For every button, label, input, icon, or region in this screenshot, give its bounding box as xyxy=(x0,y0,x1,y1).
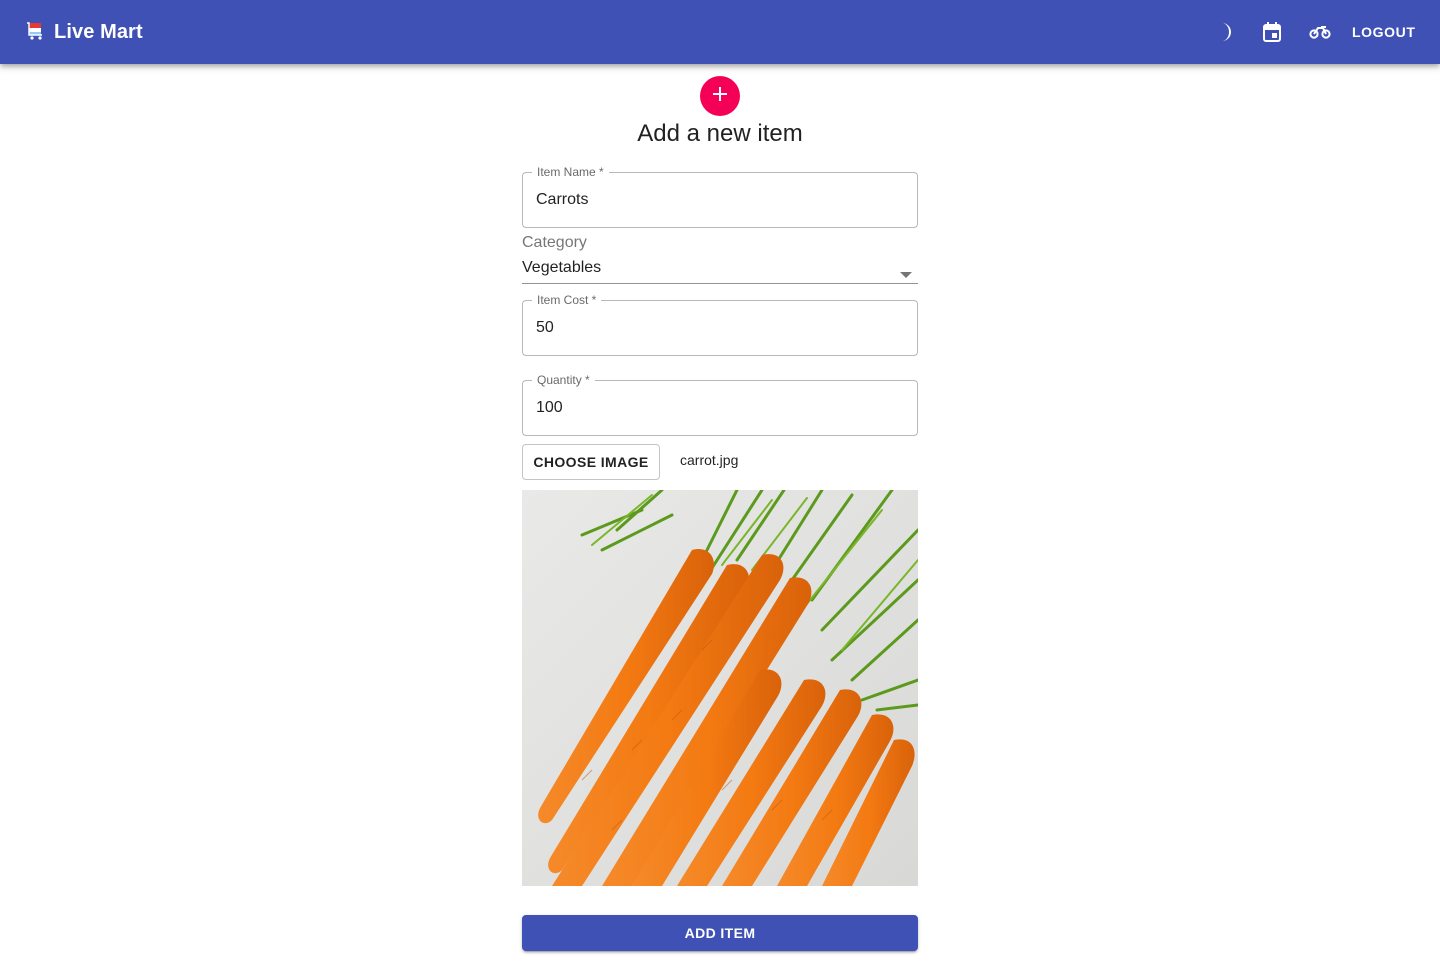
item-name-input[interactable]: Carrots xyxy=(536,190,588,210)
app-bar: Live Mart LOGOUT xyxy=(0,0,1440,64)
category-select[interactable]: Vegetables xyxy=(522,256,918,284)
category-label: Category xyxy=(522,234,587,251)
add-item-fab[interactable] xyxy=(700,76,740,116)
image-preview xyxy=(522,490,918,886)
shopping-cart-logo-icon xyxy=(26,21,46,43)
brand[interactable]: Live Mart xyxy=(26,18,143,46)
selected-filename: carrot.jpg xyxy=(680,452,739,468)
item-name-label: Item Name * xyxy=(532,166,609,178)
item-name-field[interactable]: Item Name * Carrots xyxy=(522,166,918,228)
app-title: Live Mart xyxy=(54,20,143,43)
delivery-bike-icon[interactable] xyxy=(1304,16,1336,48)
choose-image-button[interactable]: CHOOSE IMAGE xyxy=(522,444,660,480)
item-cost-label: Item Cost * xyxy=(532,294,602,306)
logout-button[interactable]: LOGOUT xyxy=(1344,18,1423,46)
item-cost-input[interactable]: 50 xyxy=(536,318,554,338)
chevron-down-icon xyxy=(900,265,912,283)
dark-mode-moon-icon[interactable] xyxy=(1208,16,1240,48)
page-title: Add a new item xyxy=(637,120,803,147)
quantity-label: Quantity * xyxy=(532,374,595,386)
item-cost-field[interactable]: Item Cost * 50 xyxy=(522,294,918,356)
quantity-field[interactable]: Quantity * 100 xyxy=(522,374,918,436)
quantity-input[interactable]: 100 xyxy=(536,398,563,418)
add-item-button[interactable]: ADD ITEM xyxy=(522,915,918,951)
calendar-icon[interactable] xyxy=(1256,16,1288,48)
category-value: Vegetables xyxy=(522,259,602,276)
add-icon xyxy=(711,85,729,108)
